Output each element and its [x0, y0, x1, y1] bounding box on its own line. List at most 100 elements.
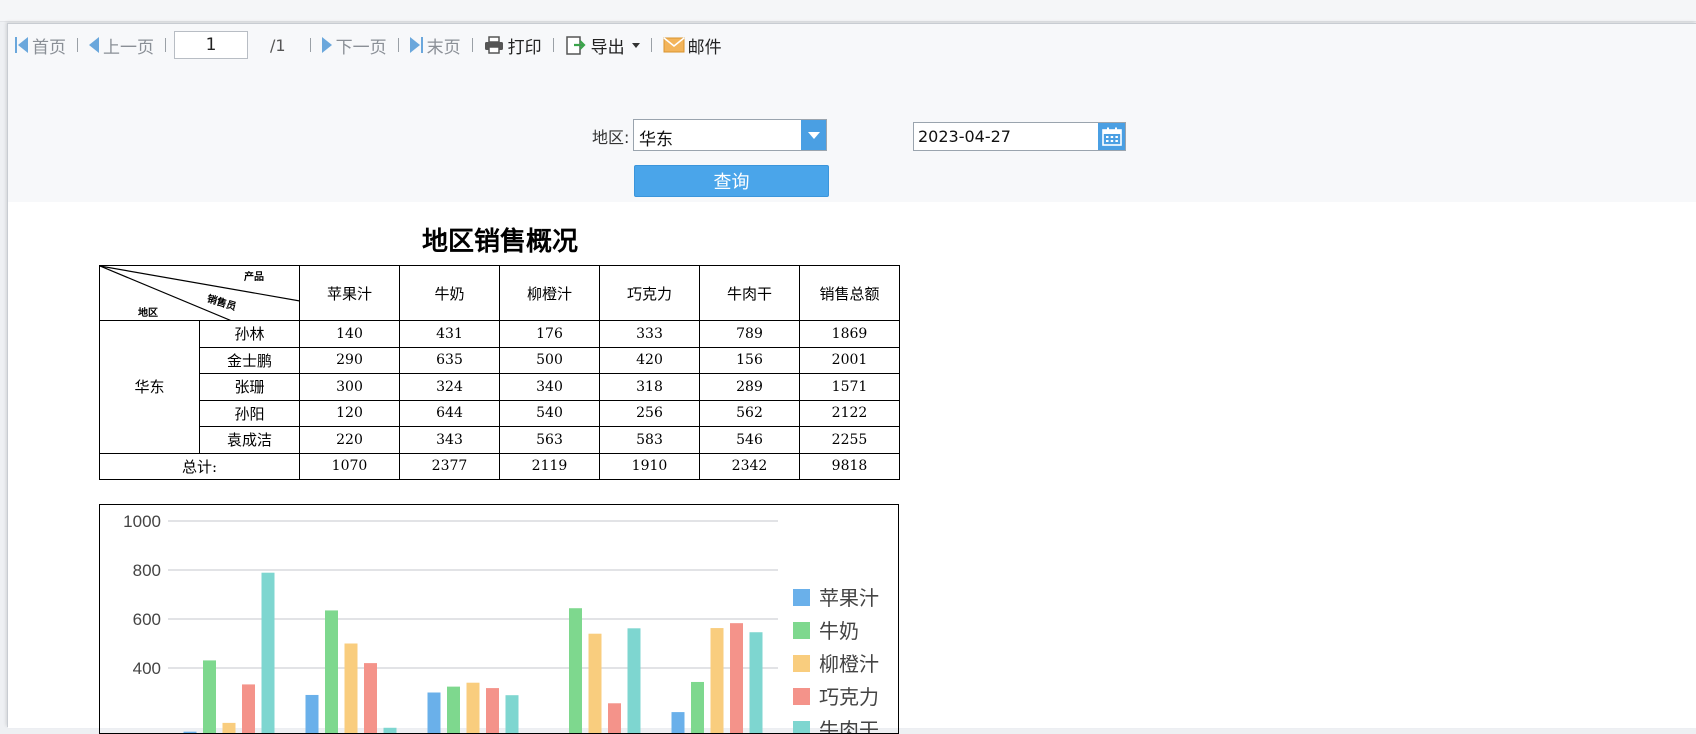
export-button[interactable]: 导出 — [562, 30, 643, 60]
legend-label: 牛奶 — [819, 619, 859, 643]
chart-bar — [691, 682, 704, 734]
legend-label: 牛肉干 — [819, 718, 879, 734]
salesperson-cell: 孙林 — [200, 321, 300, 348]
next-page-icon — [322, 37, 332, 53]
last-page-button[interactable]: 末页 — [407, 30, 464, 60]
date-picker[interactable]: 2023-04-27 — [913, 122, 1126, 151]
total-row: 总计: 1070 2377 2119 1910 2342 9818 — [100, 453, 900, 480]
value-cell: 120 — [300, 400, 400, 427]
chart-bar — [711, 628, 724, 734]
parameter-panel: 地区: 华东 2023-04-27 — [8, 66, 1696, 202]
value-cell: 140 — [300, 321, 400, 348]
table-header-row: 产品 销售员 地区 苹果汁 牛奶 柳橙汁 巧克力 牛肉干 销售总额 — [100, 266, 900, 321]
table-row: 华东 孙林 140 431 176 333 789 1869 — [100, 321, 900, 348]
total-cell: 2342 — [700, 453, 800, 480]
value-cell: 420 — [600, 347, 700, 374]
page-number-input[interactable] — [174, 31, 248, 59]
total-cell: 1070 — [300, 453, 400, 480]
query-button[interactable]: 查询 — [634, 165, 829, 197]
y-tick-label: 600 — [133, 610, 161, 629]
total-cell: 2377 — [400, 453, 500, 480]
value-cell: 789 — [700, 321, 800, 348]
y-tick-label: 1000 — [123, 512, 161, 531]
print-button[interactable]: 打印 — [481, 30, 545, 60]
calendar-button[interactable] — [1098, 123, 1125, 150]
value-cell: 1869 — [800, 321, 900, 348]
chart-bar — [325, 610, 338, 734]
chart-bar — [589, 634, 602, 734]
legend-swatch — [793, 688, 810, 705]
page-total: /1 — [270, 36, 286, 55]
column-header: 柳橙汁 — [500, 266, 600, 321]
value-cell: 340 — [500, 374, 600, 401]
toolbar-divider — [310, 38, 311, 52]
value-cell: 644 — [400, 400, 500, 427]
chart-bar — [262, 573, 275, 734]
total-label: 总计: — [100, 453, 300, 480]
value-cell: 2255 — [800, 427, 900, 454]
chart-bar — [384, 728, 397, 734]
chart-bar — [345, 644, 358, 734]
region-combobox[interactable]: 华东 — [633, 119, 827, 151]
value-cell: 290 — [300, 347, 400, 374]
calendar-icon — [1102, 127, 1122, 146]
region-cell: 华东 — [100, 321, 200, 454]
value-cell: 343 — [400, 427, 500, 454]
table-row: 孙阳 120 644 540 256 562 2122 — [100, 400, 900, 427]
next-page-button[interactable]: 下一页 — [319, 30, 390, 60]
value-cell: 546 — [700, 427, 800, 454]
corner-region-label: 地区 — [138, 304, 158, 319]
chevron-down-icon — [808, 132, 820, 139]
y-tick-label: 400 — [133, 659, 161, 678]
sales-chart: 1000800600400苹果汁牛奶柳橙汁巧克力牛肉干 — [99, 504, 899, 734]
mail-button[interactable]: 邮件 — [660, 30, 725, 60]
value-cell: 2122 — [800, 400, 900, 427]
value-cell: 324 — [400, 374, 500, 401]
toolbar-divider — [472, 38, 473, 52]
toolbar-divider — [398, 38, 399, 52]
diagonal-corner-cell: 产品 销售员 地区 — [100, 266, 300, 321]
chart-bar — [486, 688, 499, 734]
value-cell: 318 — [600, 374, 700, 401]
value-cell: 220 — [300, 427, 400, 454]
prev-page-icon — [89, 37, 99, 53]
chart-bar — [608, 703, 621, 734]
corner-product-label: 产品 — [244, 268, 264, 283]
legend-swatch — [793, 655, 810, 672]
region-label: 地区: — [592, 124, 629, 148]
salesperson-cell: 孙阳 — [200, 400, 300, 427]
value-cell: 289 — [700, 374, 800, 401]
legend-label: 苹果汁 — [819, 586, 879, 610]
total-cell: 2119 — [500, 453, 600, 480]
first-page-button[interactable]: 首页 — [12, 30, 69, 60]
value-cell: 1571 — [800, 374, 900, 401]
region-value: 华东 — [639, 125, 673, 150]
total-cell: 9818 — [800, 453, 900, 480]
chart-bar — [506, 695, 519, 734]
report-title: 地区销售概况 — [100, 221, 900, 258]
legend-label: 巧克力 — [819, 685, 879, 709]
last-page-icon — [410, 37, 420, 53]
chart-bar — [428, 693, 441, 734]
sales-bar-chart: 1000800600400苹果汁牛奶柳橙汁巧克力牛肉干 — [100, 505, 899, 734]
chart-bar — [628, 628, 641, 734]
chart-bar — [672, 712, 685, 734]
chart-bar — [364, 663, 377, 734]
column-header: 牛奶 — [400, 266, 500, 321]
total-cell: 1910 — [600, 453, 700, 480]
date-value: 2023-04-27 — [918, 127, 1011, 146]
column-header: 牛肉干 — [700, 266, 800, 321]
toolbar-divider — [77, 38, 78, 52]
prev-page-button[interactable]: 上一页 — [86, 30, 157, 60]
chart-bar — [223, 723, 236, 734]
value-cell: 300 — [300, 374, 400, 401]
region-dropdown-button[interactable] — [801, 120, 826, 150]
sales-table: 产品 销售员 地区 苹果汁 牛奶 柳橙汁 巧克力 牛肉干 销售总额 华东 孙林 … — [99, 265, 900, 480]
legend-swatch — [793, 622, 810, 639]
toolbar-divider — [165, 38, 166, 52]
value-cell: 500 — [500, 347, 600, 374]
browser-top-strip — [0, 0, 1696, 22]
toolbar-divider — [553, 38, 554, 52]
table-row: 袁成洁 220 343 563 583 546 2255 — [100, 427, 900, 454]
value-cell: 256 — [600, 400, 700, 427]
